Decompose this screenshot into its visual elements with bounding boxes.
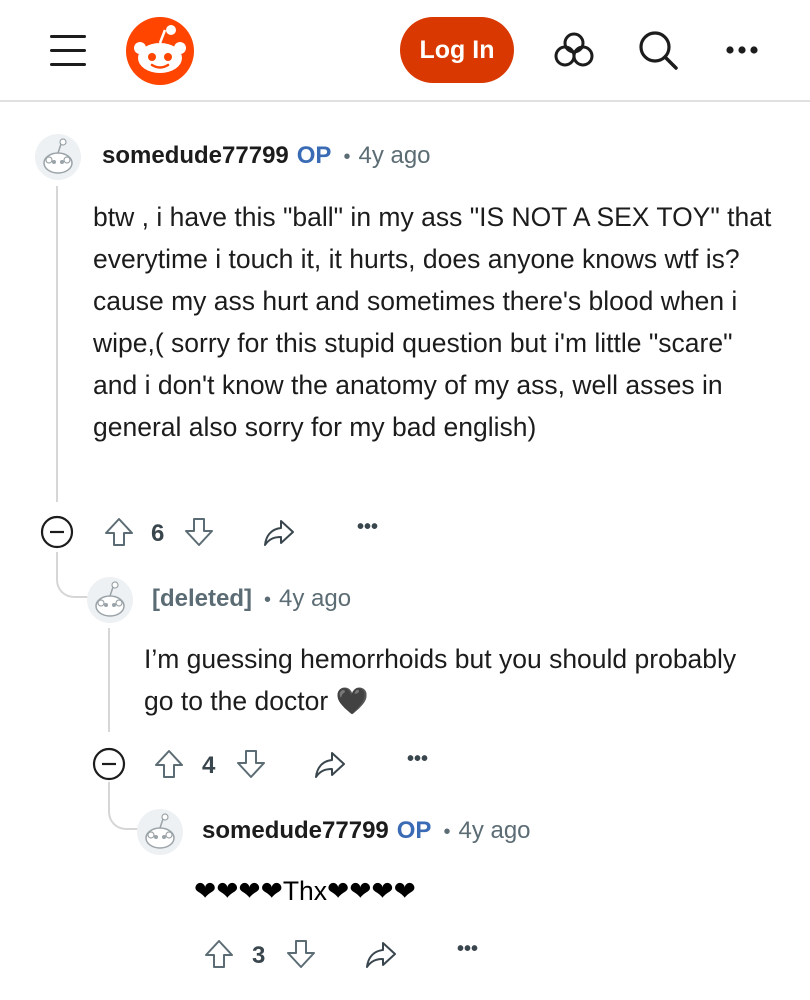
avatar[interactable] — [86, 576, 134, 624]
downvote-icon[interactable] — [182, 515, 216, 549]
separator-dot: • — [443, 821, 451, 843]
comment-actions: 4 ••• — [92, 744, 452, 784]
username[interactable]: somedude77799 — [202, 817, 389, 845]
comment-meta: [deleted] • 4y ago — [152, 585, 351, 613]
upvote-icon[interactable] — [102, 515, 136, 549]
vote-count: 3 — [252, 942, 266, 969]
avatar[interactable] — [34, 133, 82, 181]
thread-line — [108, 628, 110, 732]
timestamp: 4y ago — [279, 585, 352, 612]
top-bar: Log In — [0, 0, 810, 102]
more-icon[interactable] — [720, 28, 764, 72]
timestamp: 4y ago — [458, 817, 531, 844]
upvote-icon[interactable] — [152, 747, 186, 781]
op-badge: OP — [396, 817, 432, 844]
search-icon[interactable] — [636, 28, 680, 72]
comment-body: I’m guessing hemorrhoids but you should … — [144, 644, 737, 716]
username: [deleted] — [152, 585, 253, 612]
comment-actions: 6 ••• — [40, 512, 400, 552]
comment-actions: 3 ••• — [202, 934, 502, 974]
separator-dot: • — [264, 589, 272, 611]
upvote-icon[interactable] — [202, 937, 236, 971]
share-icon[interactable] — [313, 747, 347, 781]
comment-body: ❤❤❤❤Thx❤❤❤❤ — [194, 876, 416, 906]
comment-meta: somedude77799 OP • 4y ago — [202, 817, 531, 845]
username[interactable]: somedude77799 — [102, 142, 289, 170]
share-icon[interactable] — [262, 515, 296, 549]
separator-dot: • — [343, 146, 351, 168]
collapse-icon[interactable] — [40, 515, 74, 549]
timestamp: 4y ago — [358, 142, 431, 169]
login-button[interactable]: Log In — [400, 17, 514, 83]
downvote-icon[interactable] — [234, 747, 268, 781]
vote-count: 4 — [202, 752, 216, 779]
avatar[interactable] — [136, 808, 184, 856]
op-badge: OP — [296, 142, 332, 169]
thread-connector — [56, 562, 88, 598]
more-options-icon[interactable]: ••• — [357, 516, 378, 539]
vote-count: 6 — [151, 520, 165, 547]
reddit-logo[interactable] — [124, 16, 196, 86]
more-options-icon[interactable]: ••• — [407, 748, 428, 771]
thread-connector — [108, 796, 138, 830]
comment-body: btw , i have this "ball" in my ass "IS N… — [93, 202, 772, 442]
downvote-icon[interactable] — [284, 937, 318, 971]
more-options-icon[interactable]: ••• — [457, 938, 478, 961]
comment-meta: somedude77799 OP • 4y ago — [102, 142, 431, 170]
share-icon[interactable] — [364, 937, 398, 971]
thread-line — [56, 186, 58, 502]
collapse-icon[interactable] — [92, 747, 126, 781]
hamburger-menu-icon[interactable] — [50, 33, 88, 67]
communities-icon[interactable] — [552, 28, 596, 72]
